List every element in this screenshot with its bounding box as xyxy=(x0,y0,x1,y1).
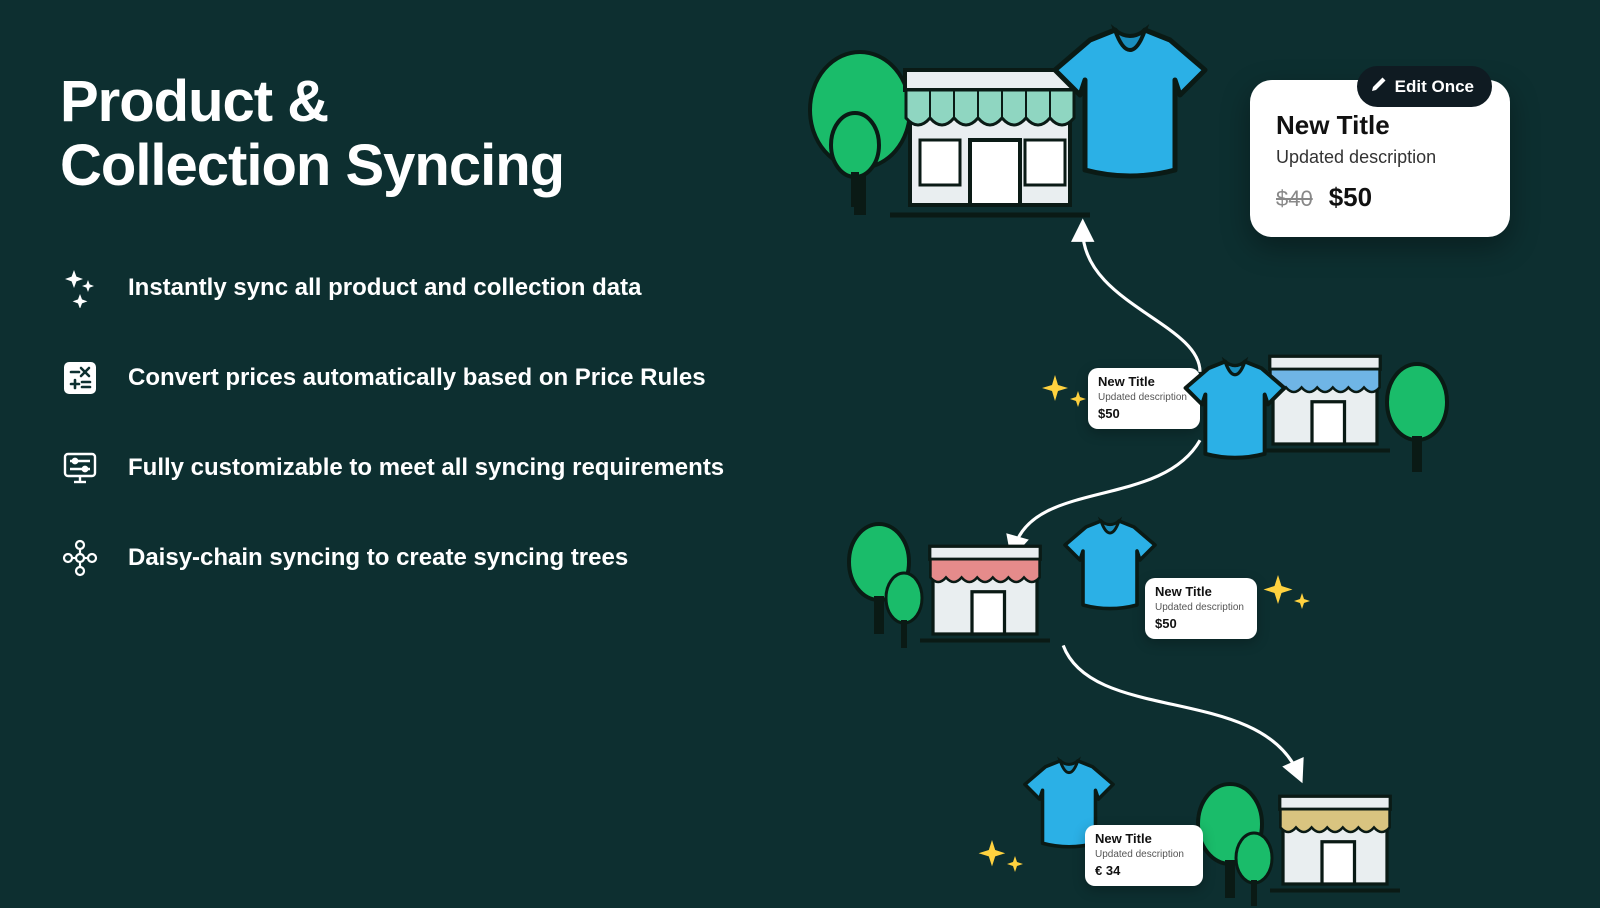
edit-card-new-price: $50 xyxy=(1329,182,1372,213)
sync-card-price: $50 xyxy=(1155,616,1247,633)
left-column: Product & Collection Syncing Instantly s… xyxy=(60,70,780,628)
store-illustration xyxy=(920,530,1050,647)
sync-card: New Title Updated description $50 xyxy=(1145,578,1257,639)
edit-pill-label: Edit Once xyxy=(1395,77,1474,97)
feature-text: Fully customizable to meet all syncing r… xyxy=(128,454,724,482)
sparkle-icon xyxy=(1260,575,1315,620)
settings-monitor-icon xyxy=(60,448,100,488)
sync-card-desc: Updated description xyxy=(1095,848,1193,861)
page-title: Product & Collection Syncing xyxy=(60,70,780,198)
illustration-area: Edit Once New Title Updated description … xyxy=(830,20,1570,880)
network-tree-icon xyxy=(60,538,100,578)
tshirt-icon xyxy=(1175,355,1295,467)
sync-card: New Title Updated description € 34 xyxy=(1085,825,1203,886)
title-line1: Product & xyxy=(60,69,328,134)
feature-text: Daisy-chain syncing to create syncing tr… xyxy=(128,544,628,572)
feature-text: Convert prices automatically based on Pr… xyxy=(128,364,706,392)
tshirt-icon xyxy=(1040,20,1220,190)
pencil-icon xyxy=(1371,76,1387,97)
edit-card-title: New Title xyxy=(1276,110,1484,141)
feature-row: Daisy-chain syncing to create syncing tr… xyxy=(60,538,780,578)
title-line2: Collection Syncing xyxy=(60,133,564,198)
sparkles-icon xyxy=(60,268,100,308)
tree-icon xyxy=(1380,360,1455,475)
tree-icon xyxy=(825,110,885,210)
calculator-icon xyxy=(60,358,100,398)
sync-card-title: New Title xyxy=(1155,584,1247,601)
edit-pill: Edit Once xyxy=(1357,66,1492,107)
sparkle-icon xyxy=(975,840,1027,882)
edit-card-desc: Updated description xyxy=(1276,147,1484,168)
sync-card-desc: Updated description xyxy=(1155,601,1247,614)
edit-card: Edit Once New Title Updated description … xyxy=(1250,80,1510,237)
feature-row: Instantly sync all product and collectio… xyxy=(60,268,780,308)
feature-row: Convert prices automatically based on Pr… xyxy=(60,358,780,398)
feature-row: Fully customizable to meet all syncing r… xyxy=(60,448,780,488)
store-illustration xyxy=(1270,780,1400,897)
feature-text: Instantly sync all product and collectio… xyxy=(128,274,641,302)
sync-card-title: New Title xyxy=(1095,831,1193,848)
edit-card-old-price: $40 xyxy=(1276,186,1313,212)
sparkle-icon xyxy=(1040,375,1090,415)
sync-card-price: € 34 xyxy=(1095,863,1193,880)
